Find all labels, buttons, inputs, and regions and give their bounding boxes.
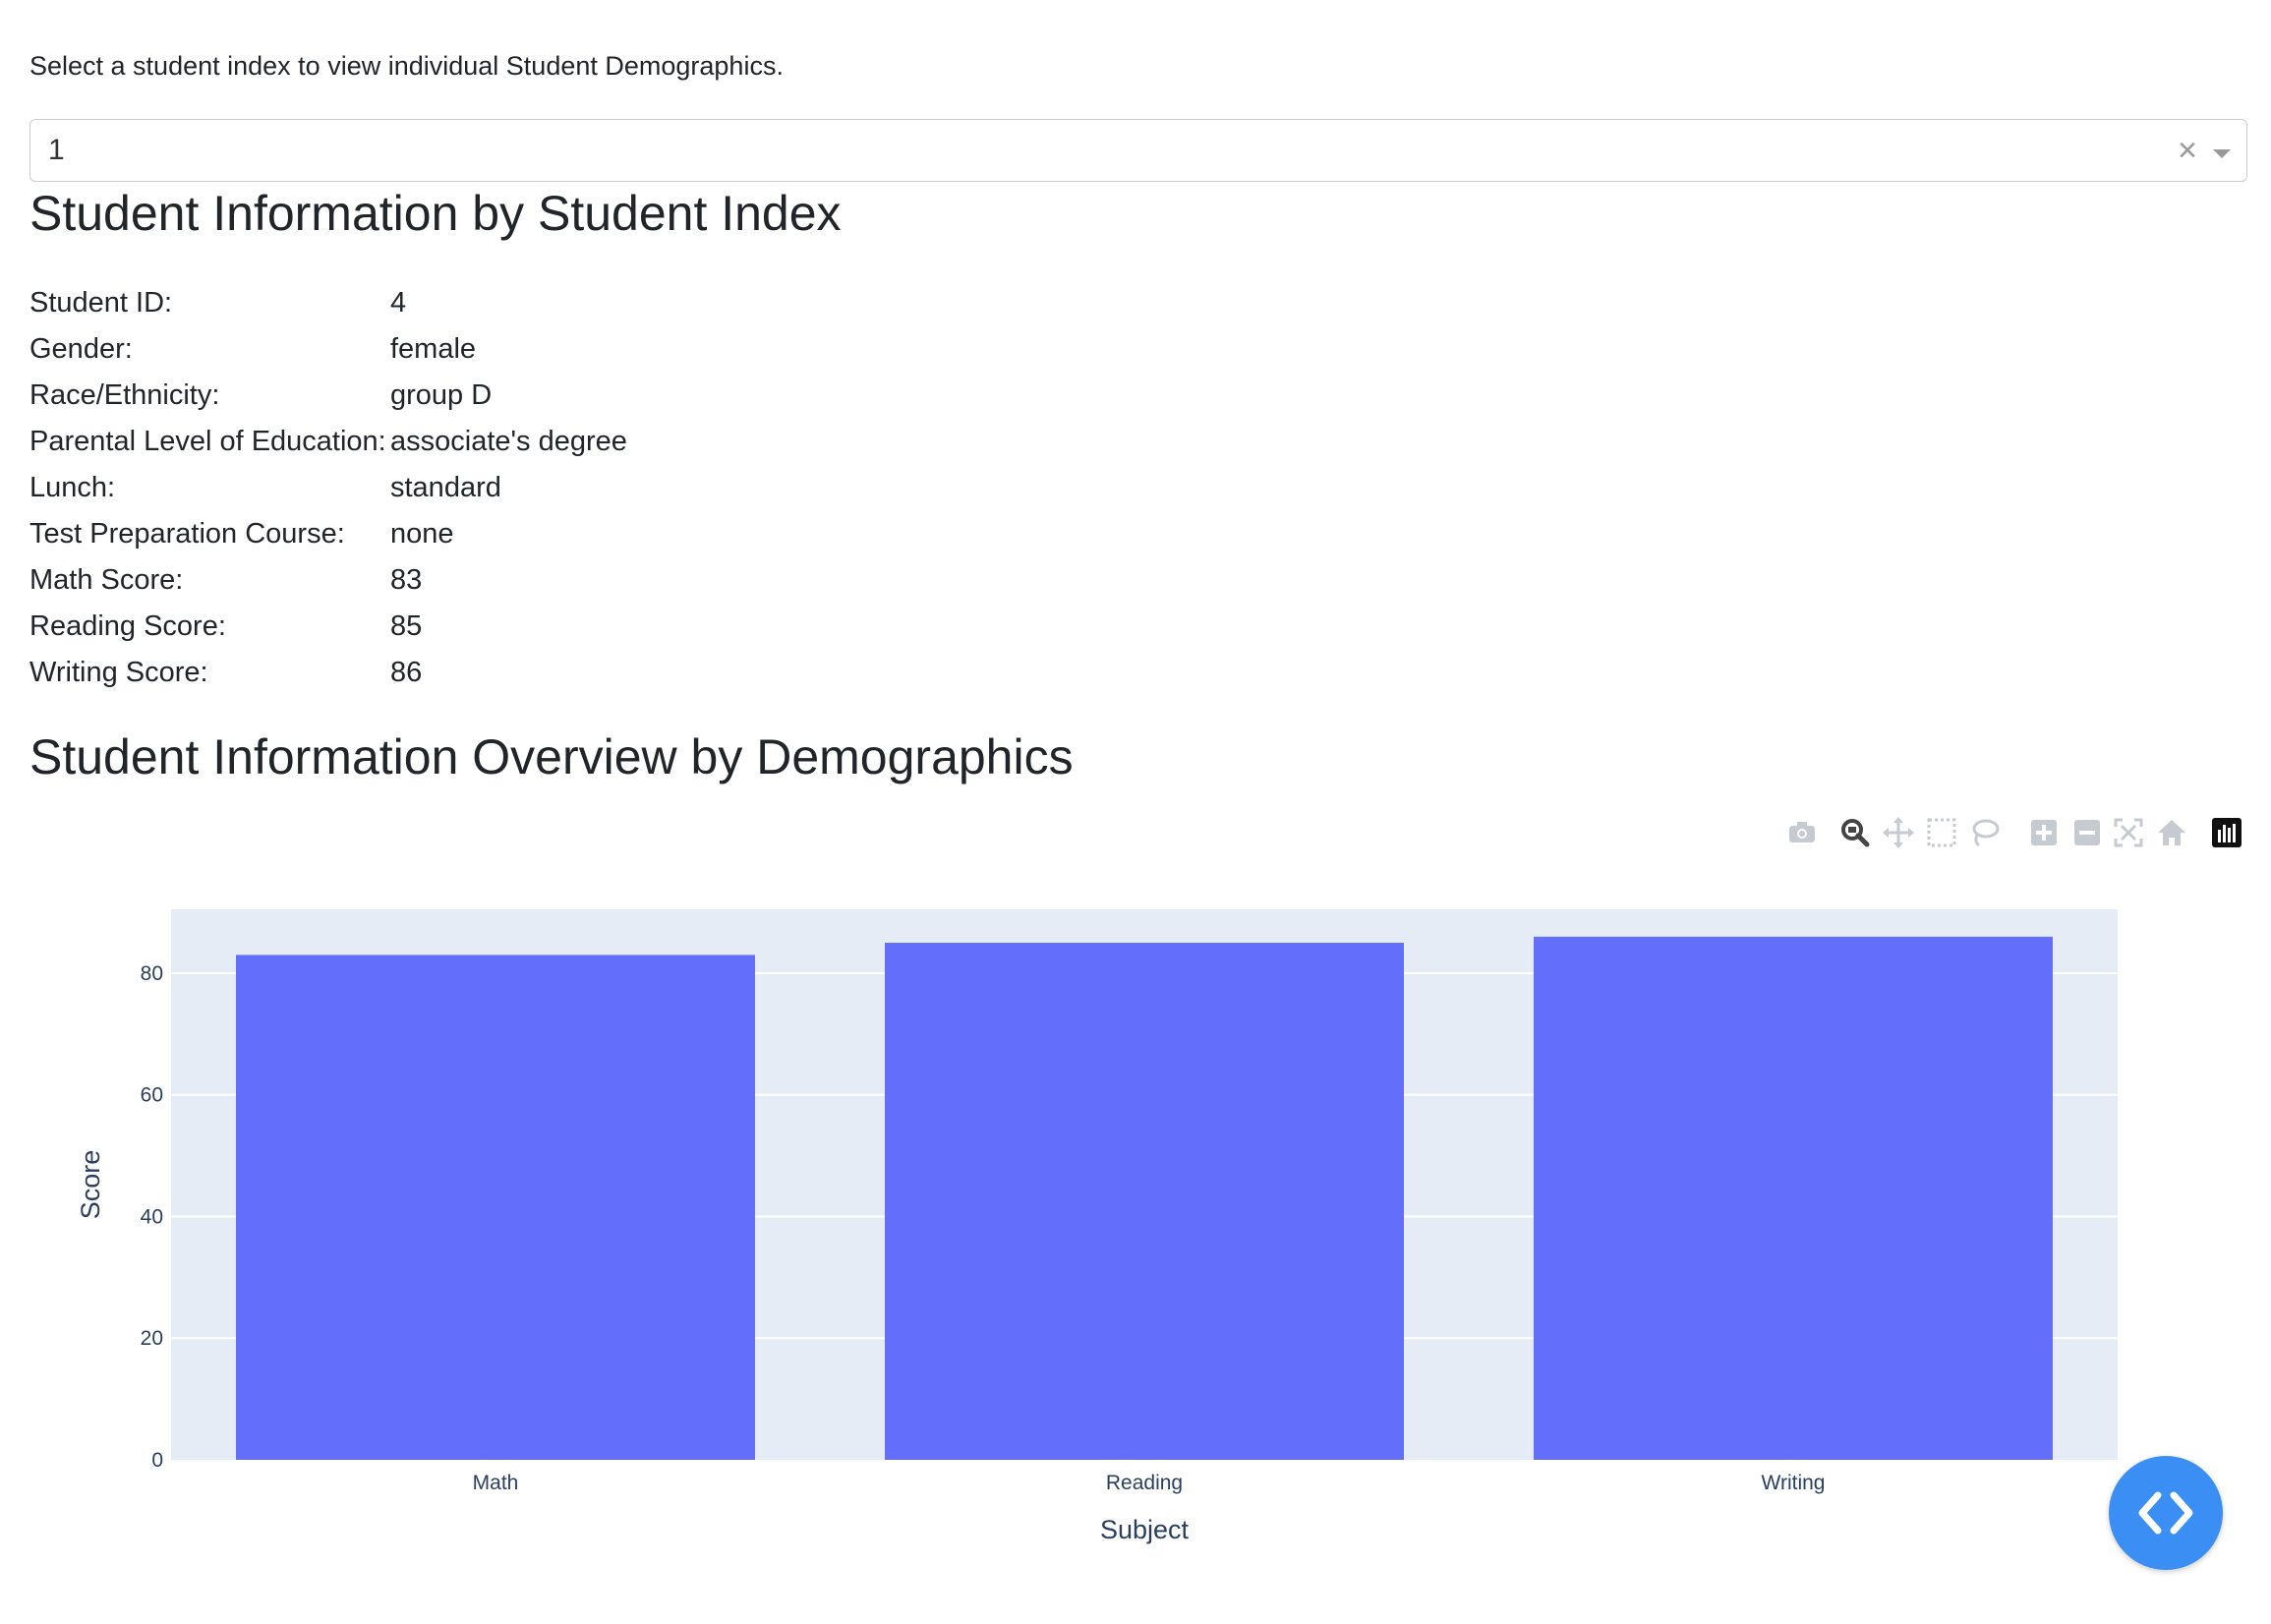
info-value: 86 bbox=[390, 657, 423, 688]
info-row: Math Score: 83 bbox=[29, 557, 627, 604]
info-row: Parental Level of Education: associate's … bbox=[29, 419, 627, 465]
info-value: 4 bbox=[390, 287, 407, 319]
plotly-logo-icon[interactable] bbox=[2210, 816, 2243, 849]
info-value: none bbox=[390, 518, 454, 550]
info-label: Writing Score: bbox=[29, 657, 208, 688]
student-info-table: Student ID: 4 Gender: female Race/Ethnicity:… bbox=[29, 280, 627, 696]
info-row: Student ID: 4 bbox=[29, 280, 627, 326]
zoom-in-icon[interactable] bbox=[2027, 816, 2061, 849]
info-label: Reading Score: bbox=[29, 610, 226, 642]
chevron-down-icon[interactable] bbox=[2213, 149, 2231, 158]
box-select-icon[interactable] bbox=[1925, 816, 1958, 849]
y-tick-label: 60 bbox=[141, 1084, 163, 1107]
code-icon bbox=[2138, 1491, 2193, 1535]
info-value: 83 bbox=[390, 564, 423, 596]
info-label: Gender: bbox=[29, 333, 133, 365]
info-row: Race/Ethnicity: group D bbox=[29, 373, 627, 419]
zoom-out-icon[interactable] bbox=[2070, 816, 2104, 849]
info-row: Reading Score: 85 bbox=[29, 604, 627, 650]
x-tick-label: Writing bbox=[1762, 1472, 1826, 1494]
clear-icon[interactable]: × bbox=[2178, 132, 2197, 170]
code-toggle-button[interactable] bbox=[2109, 1456, 2223, 1570]
pan-icon[interactable] bbox=[1882, 816, 1915, 849]
info-row: Writing Score: 86 bbox=[29, 650, 627, 696]
dropdown-prompt: Select a student index to view individua… bbox=[29, 51, 784, 81]
chart-modebar bbox=[0, 816, 2271, 855]
info-value: standard bbox=[390, 472, 501, 503]
autoscale-icon[interactable] bbox=[2112, 816, 2145, 849]
y-tick-label: 40 bbox=[141, 1205, 163, 1228]
zoom-icon[interactable] bbox=[1838, 816, 1872, 849]
student-info-heading: Student Information by Student Index bbox=[29, 186, 842, 241]
info-label: Lunch: bbox=[29, 472, 116, 503]
bar-writing[interactable] bbox=[1534, 936, 2053, 1460]
bar-math[interactable] bbox=[236, 955, 755, 1460]
info-row: Test Preparation Course: none bbox=[29, 511, 627, 557]
info-row: Gender: female bbox=[29, 326, 627, 373]
info-label: Parental Level of Education: bbox=[29, 426, 386, 457]
overview-heading: Student Information Overview by Demograp… bbox=[29, 729, 1074, 784]
info-value: associate's degree bbox=[390, 426, 627, 457]
lasso-icon[interactable] bbox=[1968, 816, 2002, 849]
info-value: group D bbox=[390, 379, 493, 411]
info-label: Test Preparation Course: bbox=[29, 518, 345, 550]
info-label: Student ID: bbox=[29, 287, 173, 319]
y-tick-label: 0 bbox=[151, 1449, 163, 1472]
y-tick-label: 80 bbox=[141, 962, 163, 985]
x-tick-label: Math bbox=[473, 1472, 519, 1494]
reset-axes-icon[interactable] bbox=[2155, 816, 2188, 849]
dropdown-selected-value: 1 bbox=[48, 134, 65, 166]
info-value: female bbox=[390, 333, 477, 365]
x-axis-label: Subject bbox=[1100, 1515, 1190, 1544]
y-axis-label: Score bbox=[76, 1150, 105, 1220]
student-index-dropdown[interactable]: 1 × bbox=[29, 119, 2247, 182]
info-value: 85 bbox=[390, 610, 423, 642]
info-row: Lunch: standard bbox=[29, 465, 627, 511]
info-label: Race/Ethnicity: bbox=[29, 379, 220, 411]
score-bar-chart: 0 20 40 60 80 Math Reading Writing Subject Sco… bbox=[76, 909, 2118, 1544]
info-label: Math Score: bbox=[29, 564, 184, 596]
camera-icon[interactable] bbox=[1785, 816, 1819, 849]
bar-reading[interactable] bbox=[885, 943, 1404, 1460]
x-tick-label: Reading bbox=[1106, 1472, 1183, 1494]
y-tick-label: 20 bbox=[141, 1327, 163, 1350]
